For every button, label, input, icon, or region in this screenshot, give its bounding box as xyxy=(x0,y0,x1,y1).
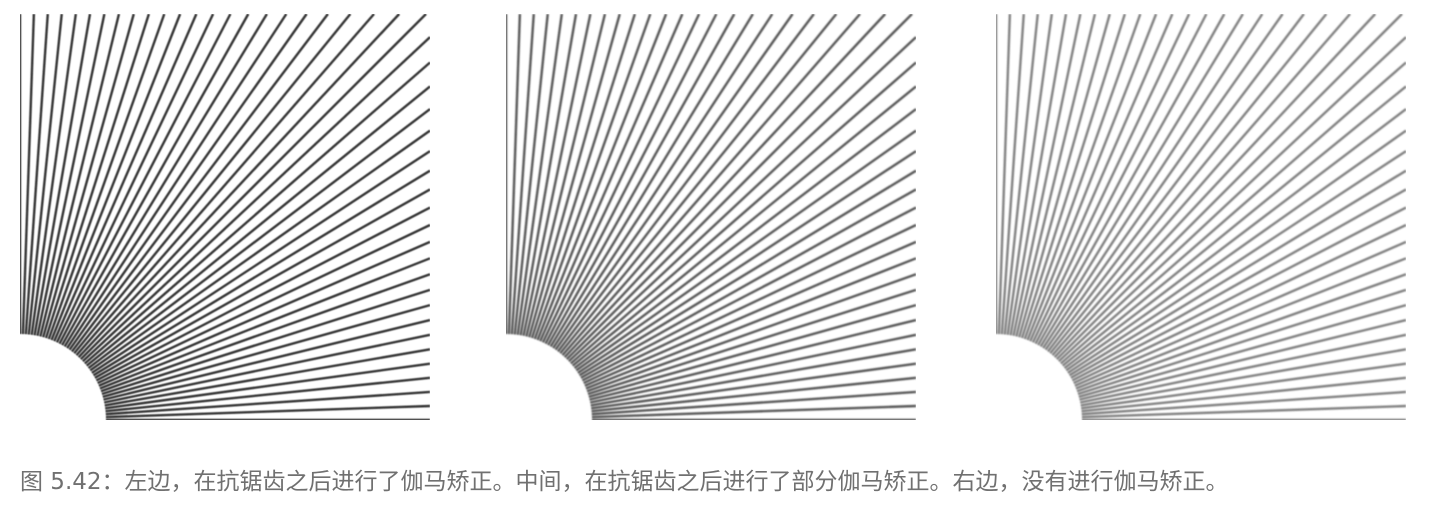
ray-line xyxy=(105,362,430,410)
ray-line xyxy=(591,362,916,410)
ray-line xyxy=(547,14,736,346)
antialiased-lines-full-gamma-image xyxy=(20,14,430,420)
ray-line xyxy=(61,14,250,346)
ray-line xyxy=(94,188,430,379)
figure-caption: 图 5.42：左边，在抗锯齿之后进行了伽马矫正。中间，在抗锯齿之后进行了部分伽马… xyxy=(20,469,1229,495)
ray-group xyxy=(506,14,916,420)
ray-line xyxy=(1070,188,1406,379)
line-fan-svg xyxy=(996,14,1406,420)
ray-line xyxy=(580,188,916,379)
ray-line xyxy=(1037,14,1226,346)
ray-group xyxy=(996,14,1406,420)
antialiased-lines-no-gamma-image xyxy=(996,14,1406,420)
ray-line xyxy=(1006,14,1053,335)
ray-line xyxy=(30,14,77,335)
ray-line xyxy=(1081,362,1406,410)
ray-group xyxy=(20,14,430,420)
ray-line xyxy=(516,14,563,335)
antialiased-lines-partial-gamma-image xyxy=(506,14,916,420)
line-fan-svg xyxy=(20,14,430,420)
line-fan-svg xyxy=(506,14,916,420)
